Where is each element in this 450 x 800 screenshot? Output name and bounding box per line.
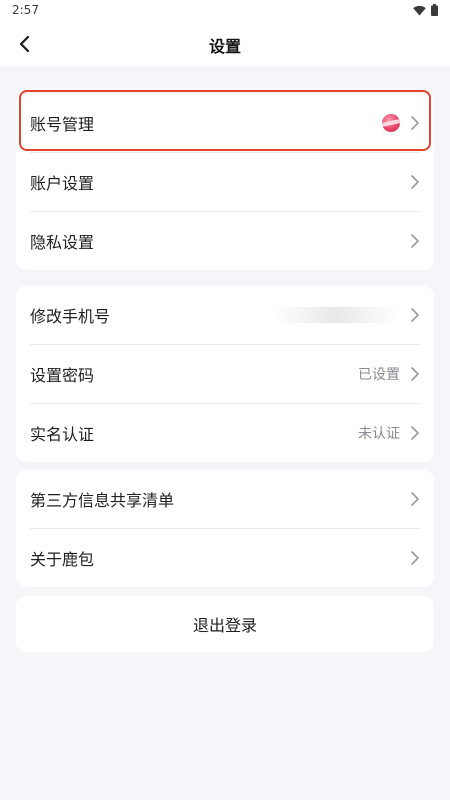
row-label: 修改手机号 — [30, 307, 111, 326]
row-right — [382, 94, 420, 152]
row-account-settings[interactable]: 账户设置 — [30, 152, 420, 211]
row-right — [410, 212, 420, 270]
status-time: 2:57 — [12, 3, 39, 17]
chevron-right-icon — [411, 116, 419, 130]
chevron-right-icon — [411, 175, 419, 189]
row-right: 未认证 — [358, 404, 420, 462]
row-right — [410, 470, 420, 528]
row-label: 账户设置 — [30, 174, 95, 193]
row-label: 隐私设置 — [30, 233, 95, 252]
row-privacy-settings[interactable]: 隐私设置 — [30, 211, 420, 270]
chevron-right-icon — [411, 308, 419, 322]
row-label: 实名认证 — [30, 425, 95, 444]
row-label: 关于鹿包 — [30, 550, 95, 569]
chevron-right-icon — [411, 551, 419, 565]
logout-button[interactable]: 退出登录 — [16, 596, 434, 652]
battery-icon — [431, 4, 438, 16]
row-right — [272, 286, 420, 344]
row-about[interactable]: 关于鹿包 — [30, 528, 420, 587]
row-label: 设置密码 — [30, 366, 95, 385]
page-title: 设置 — [208, 37, 241, 56]
row-label: 账号管理 — [30, 115, 95, 134]
nav-bar: 设置 — [0, 22, 450, 66]
chevron-right-icon — [411, 234, 419, 248]
row-right — [410, 153, 420, 211]
status-bar: 2:57 — [0, 0, 450, 22]
chevron-right-icon — [411, 426, 419, 440]
settings-group-security: 修改手机号 设置密码 已设置 实名认证 未认证 — [16, 286, 434, 462]
row-real-name-verification[interactable]: 实名认证 未认证 — [30, 403, 420, 462]
row-set-password[interactable]: 设置密码 已设置 — [30, 344, 420, 403]
avatar — [382, 114, 400, 132]
obscured-phone-number — [272, 307, 400, 323]
row-account-management[interactable]: 账号管理 — [30, 94, 420, 152]
row-label: 第三方信息共享清单 — [30, 491, 175, 510]
chevron-right-icon — [411, 367, 419, 381]
settings-group-info: 第三方信息共享清单 关于鹿包 — [16, 470, 434, 587]
row-value: 已设置 — [358, 367, 400, 383]
row-value: 未认证 — [358, 426, 400, 442]
row-right: 已设置 — [358, 345, 420, 403]
logout-label: 退出登录 — [192, 616, 257, 635]
row-right — [410, 529, 420, 587]
status-icons — [413, 4, 438, 16]
chevron-right-icon — [411, 492, 419, 506]
settings-group-account: 账号管理 账户设置 隐私设置 — [16, 94, 434, 270]
wifi-icon — [413, 5, 426, 15]
row-third-party-sharing[interactable]: 第三方信息共享清单 — [30, 470, 420, 528]
row-change-phone[interactable]: 修改手机号 — [30, 286, 420, 344]
